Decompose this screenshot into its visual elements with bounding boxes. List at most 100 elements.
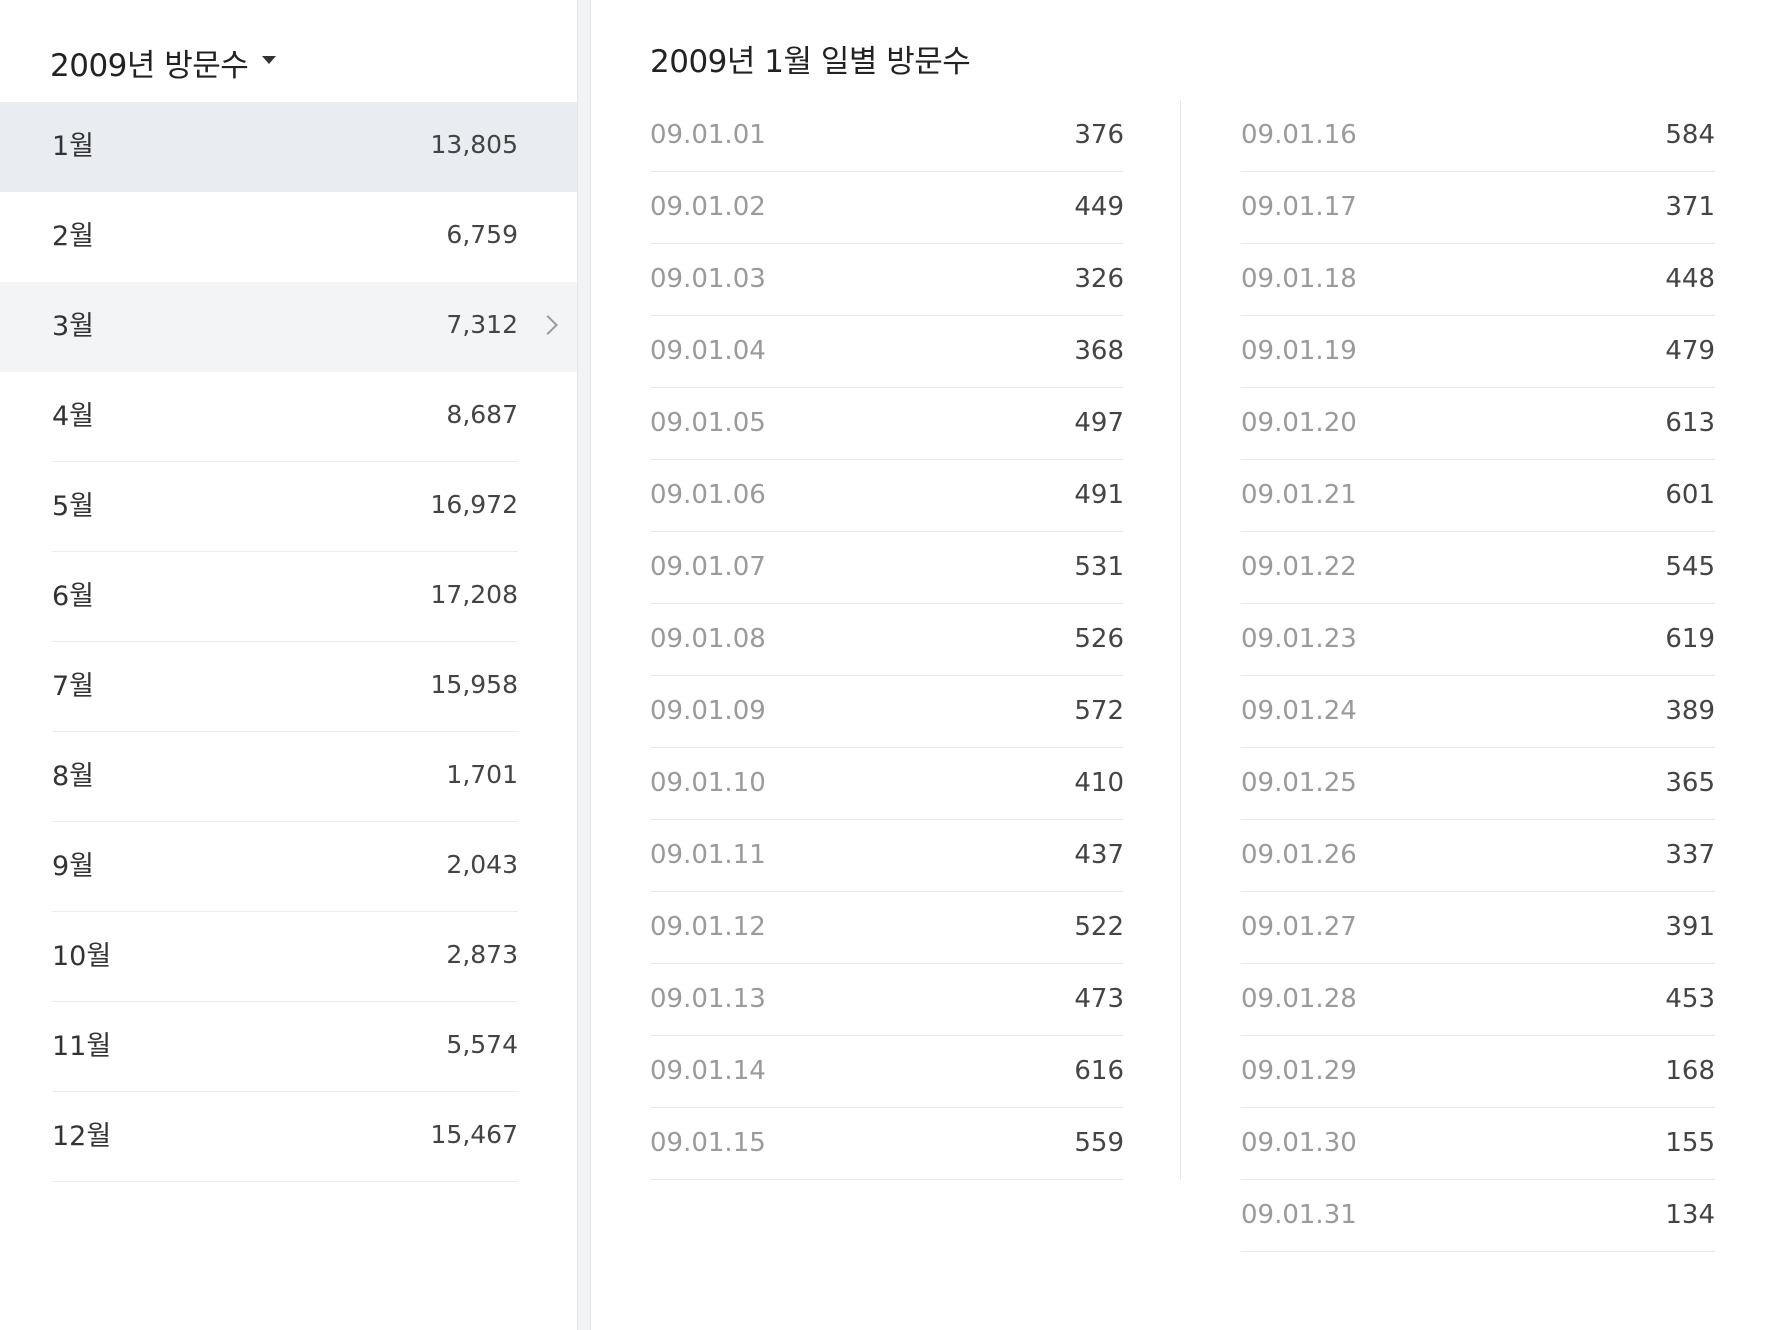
month-visit-count: 16,972	[430, 490, 518, 519]
day-visit-count: 410	[1074, 768, 1124, 798]
daily-panel: 2009년 1월 일별 방문수 09.01.01 376 09.01.02 449 …	[591, 0, 1772, 1330]
day-date: 09.01.21	[1241, 480, 1357, 510]
daily-title: 2009년 1월 일별 방문수	[650, 44, 971, 80]
day-row: 09.01.28 453	[1241, 964, 1715, 1036]
day-visit-count: 473	[1074, 984, 1124, 1014]
month-list: 1월 13,805 2월 6,759 3월 7,312 4월 8,687 5월 …	[0, 102, 577, 1182]
day-date: 09.01.03	[650, 264, 766, 294]
month-row-7[interactable]: 7월 15,958	[0, 642, 577, 732]
caret-down-icon	[262, 56, 277, 64]
day-row: 09.01.20 613	[1241, 388, 1715, 460]
month-row-8[interactable]: 8월 1,701	[0, 732, 577, 822]
day-date: 09.01.16	[1241, 120, 1357, 150]
day-date: 09.01.17	[1241, 192, 1357, 222]
day-date: 09.01.18	[1241, 264, 1357, 294]
day-row: 09.01.01 376	[650, 100, 1124, 172]
daily-list-left: 09.01.01 376 09.01.02 449 09.01.03 326 09.0…	[650, 100, 1124, 1180]
month-visit-count: 5,574	[446, 1030, 518, 1059]
day-date: 09.01.12	[650, 912, 766, 942]
day-visit-count: 453	[1665, 984, 1715, 1014]
month-row-9[interactable]: 9월 2,043	[0, 822, 577, 912]
month-name: 5월	[52, 491, 95, 522]
day-date: 09.01.25	[1241, 768, 1357, 798]
month-row-5[interactable]: 5월 16,972	[0, 462, 577, 552]
day-row: 09.01.05 497	[650, 388, 1124, 460]
month-row-3[interactable]: 3월 7,312	[0, 282, 577, 372]
month-row-6[interactable]: 6월 17,208	[0, 552, 577, 642]
day-row: 09.01.18 448	[1241, 244, 1715, 316]
column-separator	[1180, 100, 1181, 1180]
day-row: 09.01.13 473	[650, 964, 1124, 1036]
day-visit-count: 545	[1665, 552, 1715, 582]
day-visit-count: 497	[1074, 408, 1124, 438]
day-visit-count: 368	[1074, 336, 1124, 366]
day-visit-count: 437	[1074, 840, 1124, 870]
day-date: 09.01.31	[1241, 1200, 1357, 1230]
day-visit-count: 376	[1074, 120, 1124, 150]
day-visit-count: 616	[1074, 1056, 1124, 1086]
day-row: 09.01.12 522	[650, 892, 1124, 964]
day-date: 09.01.05	[650, 408, 766, 438]
month-name: 10월	[52, 941, 112, 972]
day-row: 09.01.16 584	[1241, 100, 1715, 172]
day-row: 09.01.03 326	[650, 244, 1124, 316]
day-row: 09.01.07 531	[650, 532, 1124, 604]
day-row: 09.01.24 389	[1241, 676, 1715, 748]
day-row: 09.01.10 410	[650, 748, 1124, 820]
day-date: 09.01.24	[1241, 696, 1357, 726]
day-visit-count: 522	[1074, 912, 1124, 942]
day-row: 09.01.06 491	[650, 460, 1124, 532]
month-visit-count: 7,312	[446, 310, 518, 339]
day-visit-count: 531	[1074, 552, 1124, 582]
day-visit-count: 134	[1665, 1200, 1715, 1230]
day-row: 09.01.30 155	[1241, 1108, 1715, 1180]
month-name: 2월	[52, 221, 95, 252]
day-row: 09.01.19 479	[1241, 316, 1715, 388]
month-name: 7월	[52, 671, 95, 702]
day-row: 09.01.22 545	[1241, 532, 1715, 604]
day-row: 09.01.04 368	[650, 316, 1124, 388]
day-visit-count: 526	[1074, 624, 1124, 654]
month-row-11[interactable]: 11월 5,574	[0, 1002, 577, 1092]
day-date: 09.01.11	[650, 840, 766, 870]
day-visit-count: 449	[1074, 192, 1124, 222]
visitor-stats-app: 2009년 방문수 1월 13,805 2월 6,759 3월 7,312 4월…	[0, 0, 1772, 1330]
day-row: 09.01.15 559	[650, 1108, 1124, 1180]
day-date: 09.01.14	[650, 1056, 766, 1086]
day-visit-count: 479	[1665, 336, 1715, 366]
month-visit-count: 17,208	[430, 580, 518, 609]
day-date: 09.01.29	[1241, 1056, 1357, 1086]
month-visit-count: 1,701	[446, 760, 518, 789]
month-row-10[interactable]: 10월 2,873	[0, 912, 577, 1002]
day-date: 09.01.30	[1241, 1128, 1357, 1158]
day-date: 09.01.02	[650, 192, 766, 222]
day-date: 09.01.01	[650, 120, 766, 150]
day-date: 09.01.04	[650, 336, 766, 366]
month-visit-count: 2,043	[446, 850, 518, 879]
day-date: 09.01.07	[650, 552, 766, 582]
month-visit-count: 15,958	[430, 670, 518, 699]
year-selector-dropdown[interactable]: 2009년 방문수	[50, 38, 277, 86]
day-row: 09.01.09 572	[650, 676, 1124, 748]
month-row-2[interactable]: 2월 6,759	[0, 192, 577, 282]
day-row: 09.01.23 619	[1241, 604, 1715, 676]
month-name: 9월	[52, 851, 95, 882]
day-visit-count: 168	[1665, 1056, 1715, 1086]
chevron-right-icon	[538, 315, 558, 335]
day-visit-count: 365	[1665, 768, 1715, 798]
day-visit-count: 326	[1074, 264, 1124, 294]
month-name: 4월	[52, 401, 95, 432]
day-date: 09.01.20	[1241, 408, 1357, 438]
day-visit-count: 371	[1665, 192, 1715, 222]
month-row-4[interactable]: 4월 8,687	[0, 372, 577, 462]
daily-list-right: 09.01.16 584 09.01.17 371 09.01.18 448 09.0…	[1241, 100, 1715, 1252]
day-date: 09.01.19	[1241, 336, 1357, 366]
day-visit-count: 613	[1665, 408, 1715, 438]
monthly-panel: 2009년 방문수 1월 13,805 2월 6,759 3월 7,312 4월…	[0, 0, 577, 1330]
month-name: 8월	[52, 761, 95, 792]
day-row: 09.01.25 365	[1241, 748, 1715, 820]
day-visit-count: 559	[1074, 1128, 1124, 1158]
month-row-1[interactable]: 1월 13,805	[0, 102, 577, 192]
month-row-12[interactable]: 12월 15,467	[0, 1092, 577, 1182]
day-date: 09.01.28	[1241, 984, 1357, 1014]
